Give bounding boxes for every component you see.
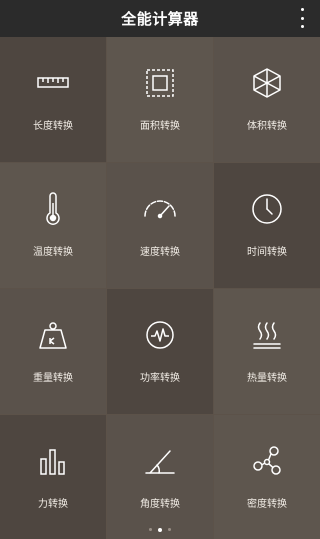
page-dot xyxy=(168,528,171,531)
ruler-icon xyxy=(35,65,71,101)
page-dot xyxy=(149,528,152,531)
menu-dot xyxy=(300,16,304,20)
menu-dot xyxy=(300,8,304,11)
tile-label: 密度转换 xyxy=(247,499,287,510)
tile-heat[interactable]: 热量转换 xyxy=(214,289,320,414)
tile-label: 体积转换 xyxy=(247,121,287,132)
tile-label: 温度转换 xyxy=(33,247,73,258)
tile-volume[interactable]: 体积转换 xyxy=(214,37,320,162)
thermometer-icon xyxy=(35,191,71,227)
heat-icon xyxy=(249,317,285,353)
page-dot-active xyxy=(158,527,162,532)
menu-dot xyxy=(300,25,304,28)
app-window: 全能计算器 长度转换 面积转换 体积转换 温度转换 速度转换 时间转换 重量转换… xyxy=(0,0,320,539)
title-bar: 全能计算器 xyxy=(0,0,320,37)
tile-density[interactable]: 密度转换 xyxy=(214,415,320,539)
tile-angle[interactable]: 角度转换 xyxy=(107,415,213,539)
page-indicator xyxy=(0,527,320,532)
overflow-menu-button[interactable] xyxy=(298,8,306,28)
molecule-icon xyxy=(249,443,285,479)
tile-label: 力转换 xyxy=(38,499,68,510)
tile-time[interactable]: 时间转换 xyxy=(214,163,320,288)
tile-label: 热量转换 xyxy=(247,373,287,384)
tile-speed[interactable]: 速度转换 xyxy=(107,163,213,288)
bar-chart-icon xyxy=(35,443,71,479)
power-meter-icon xyxy=(142,317,178,353)
converter-grid: 长度转换 面积转换 体积转换 温度转换 速度转换 时间转换 重量转换 功率转换 … xyxy=(0,37,320,539)
square-area-icon xyxy=(142,65,178,101)
tile-power[interactable]: 功率转换 xyxy=(107,289,213,414)
tile-force[interactable]: 力转换 xyxy=(0,415,106,539)
tile-length[interactable]: 长度转换 xyxy=(0,37,106,162)
cube-icon xyxy=(249,65,285,101)
clock-icon xyxy=(249,191,285,227)
tile-area[interactable]: 面积转换 xyxy=(107,37,213,162)
weight-icon xyxy=(35,317,71,353)
tile-label: 时间转换 xyxy=(247,247,287,258)
tile-label: 角度转换 xyxy=(140,499,180,510)
tile-label: 速度转换 xyxy=(140,247,180,258)
tile-label: 面积转换 xyxy=(140,121,180,132)
speedometer-icon xyxy=(142,191,178,227)
tile-weight[interactable]: 重量转换 xyxy=(0,289,106,414)
app-title: 全能计算器 xyxy=(121,10,199,28)
tile-label: 重量转换 xyxy=(33,373,73,384)
angle-icon xyxy=(142,443,178,479)
tile-label: 长度转换 xyxy=(33,121,73,132)
tile-label: 功率转换 xyxy=(140,373,180,384)
tile-temperature[interactable]: 温度转换 xyxy=(0,163,106,288)
